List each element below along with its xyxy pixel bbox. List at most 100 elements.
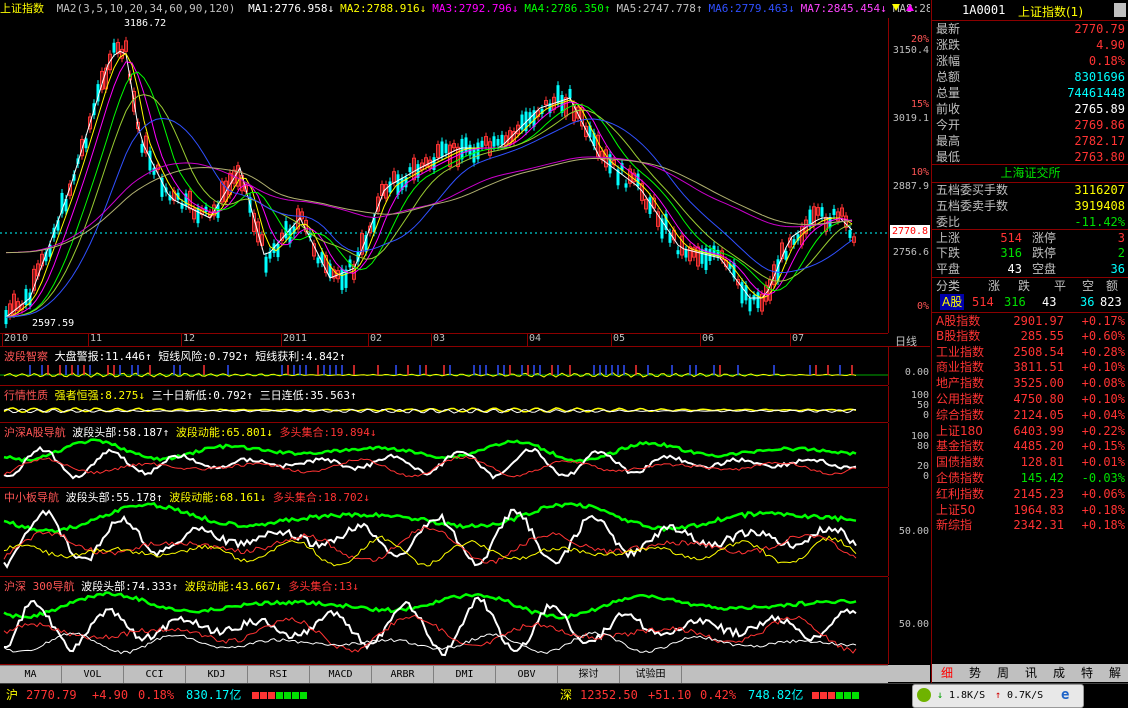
date-tick: 12 xyxy=(183,333,196,344)
candle xyxy=(264,256,268,273)
date-tick: 11 xyxy=(90,333,103,344)
quote-row: 前收 2765.89 xyxy=(932,101,1128,117)
current-price-marker: 2770.8 xyxy=(890,225,930,238)
quote-row: 最新 2770.79 xyxy=(932,21,1128,37)
candle xyxy=(408,167,412,173)
side-tab-2[interactable]: 周 xyxy=(990,665,1016,681)
candle xyxy=(480,140,484,148)
side-tab-3[interactable]: 讯 xyxy=(1018,665,1044,681)
tab-1[interactable]: VOL xyxy=(62,666,124,683)
ma-value-3: MA3:2792.796↓ xyxy=(432,2,519,15)
indicator-pane-3[interactable]: 沪深A股导航 波段头部:58.187↑ 波段动能:65.801↓ 多头集合:19… xyxy=(0,423,888,488)
tab-9[interactable]: 探讨 xyxy=(558,666,620,683)
quote-value: 2769.86 xyxy=(1074,118,1125,132)
index-row[interactable]: B股指数 285.55 +0.60% xyxy=(932,328,1128,344)
index-row[interactable]: 红利指数 2145.23 +0.06% xyxy=(932,486,1128,502)
quote-row: 总额 8301696 xyxy=(932,69,1128,85)
candle xyxy=(388,181,392,193)
index-row[interactable]: 综合指数 2124.05 +0.04% xyxy=(932,407,1128,423)
up-arrow-icon[interactable] xyxy=(905,3,915,13)
tab-7[interactable]: DMI xyxy=(434,666,496,683)
side-tab-0[interactable]: 细 xyxy=(934,665,960,681)
index-row[interactable]: 新综指 2342.31 +0.18% xyxy=(932,517,1128,533)
class-row-a[interactable]: A股 514 316 43 36 823 xyxy=(932,294,1128,310)
index-row[interactable]: 工业指数 2508.54 +0.28% xyxy=(932,344,1128,360)
indicator-pane-4[interactable]: 中小板导航 波段头部:55.178↑ 波段动能:68.161↓ 多头集合:18.… xyxy=(0,488,888,577)
ind5-green xyxy=(3,591,857,620)
status-bar: 沪 2770.79 +4.90 0.18% 830.17亿 深 12352.50… xyxy=(0,683,1128,708)
indicator-5-axis: 50.00 xyxy=(888,577,931,664)
date-tick: 02 xyxy=(370,333,383,344)
index-row[interactable]: 地产指数 3525.00 +0.08% xyxy=(932,375,1128,391)
price-axis-label: 15% xyxy=(910,99,929,110)
tab-4[interactable]: RSI xyxy=(248,666,310,683)
indicator-pane-5[interactable]: 沪深 300导航 波段头部:74.333↑ 波段动能:43.667↓ 多头集合:… xyxy=(0,577,888,665)
index-row[interactable]: 国债指数 128.81 +0.01% xyxy=(932,454,1128,470)
index-row[interactable]: 公用指数 4750.80 +0.10% xyxy=(932,391,1128,407)
quote-value: 2782.17 xyxy=(1074,134,1125,148)
tab-6[interactable]: ARBR xyxy=(372,666,434,683)
side-tab-6[interactable]: 解 xyxy=(1102,665,1128,681)
candle xyxy=(492,136,496,147)
tab-3[interactable]: KDJ xyxy=(186,666,248,683)
candle xyxy=(676,250,680,255)
candle xyxy=(608,154,612,174)
indicator-1-axis: 0.00 xyxy=(888,347,931,385)
quote-value: 2763.80 xyxy=(1074,150,1125,164)
tab-10[interactable]: 试验田 xyxy=(620,666,682,683)
quote-row: 今开 2769.86 xyxy=(932,117,1128,133)
tab-8[interactable]: OBV xyxy=(496,666,558,683)
date-tick: 04 xyxy=(529,333,542,344)
candle xyxy=(140,143,144,153)
indicator-pane-2[interactable]: 行情性质 强者恒强:8.275↓ 三十日新低:0.792↑ 三日连低:35.56… xyxy=(0,386,888,423)
quote-value: 2770.79 xyxy=(1074,22,1125,36)
tab-2[interactable]: CCI xyxy=(124,666,186,683)
candle xyxy=(444,143,448,154)
side-tab-5[interactable]: 特 xyxy=(1074,665,1100,681)
side-tab-1[interactable]: 势 xyxy=(962,665,988,681)
order-row: 五档委买手数 3116207 xyxy=(932,182,1128,198)
candle xyxy=(500,134,504,145)
candle xyxy=(568,88,572,99)
index-row[interactable]: 上证180 6403.99 +0.22% xyxy=(932,423,1128,439)
ma-legend-bar: 上证指数 MA2(3,5,10,20,34,60,90,120) MA1:277… xyxy=(0,0,930,18)
ie-icon[interactable]: e xyxy=(1061,687,1077,703)
ma-value-2: MA2:2788.916↓ xyxy=(340,2,427,15)
kline-pane[interactable]: 3186.72 2597.59 xyxy=(0,18,888,334)
order-row: 五档委卖手数 3919408 xyxy=(932,198,1128,214)
candle xyxy=(112,42,116,53)
price-axis-label: 20% xyxy=(910,34,929,45)
index-row[interactable]: A股指数 2901.97 +0.17% xyxy=(932,312,1128,329)
index-row[interactable]: 基金指数 4485.20 +0.15% xyxy=(932,438,1128,454)
download-arrow-icon: ↓ xyxy=(937,690,944,701)
tab-5[interactable]: MACD xyxy=(310,666,372,683)
low-label: 2597.59 xyxy=(32,318,75,329)
quote-row: 涨跌 4.90 xyxy=(932,37,1128,53)
ma-value-1: MA1:2776.958↓ xyxy=(248,2,335,15)
price-axis-label: 2756.6 xyxy=(892,247,929,258)
down-arrow-icon[interactable] xyxy=(890,2,902,14)
index-row[interactable]: 上证50 1964.83 +0.18% xyxy=(932,502,1128,518)
network-widget[interactable]: ↓ 1.8K/S ↑ 0.7K/S e xyxy=(912,684,1084,708)
sz-label: 深 xyxy=(560,688,573,702)
ma-line-7 xyxy=(5,156,853,254)
scroll-up-icon[interactable] xyxy=(1114,3,1126,17)
kline-chart[interactable] xyxy=(0,18,888,333)
quote-key: 前收 xyxy=(936,102,961,116)
tab-0[interactable]: MA xyxy=(0,666,62,683)
class-header: 分类涨跌平空额 xyxy=(932,277,1128,294)
download-speed: 1.8K/S xyxy=(949,690,986,701)
ma-line-6 xyxy=(5,117,853,318)
index-row[interactable]: 商业指数 3811.51 +0.10% xyxy=(932,359,1128,375)
indicator-pane-1[interactable]: 波段智察 大盘警报:11.446↑ 短线风险:0.792↑ 短线获利:4.842… xyxy=(0,347,888,386)
date-tick: 2011 xyxy=(283,333,308,344)
side-tab-4[interactable]: 成 xyxy=(1046,665,1072,681)
quote-row: 涨幅 0.18% xyxy=(932,53,1128,69)
order-row: 委比 -11.42% xyxy=(932,214,1128,230)
quote-key: 最低 xyxy=(936,150,961,164)
index-row[interactable]: 企债指数 145.42 -0.03% xyxy=(932,470,1128,486)
quote-value: 4.90 xyxy=(1096,38,1125,52)
sh-change: +4.90 xyxy=(92,688,129,702)
candle xyxy=(684,249,688,258)
quote-key: 最新 xyxy=(936,22,961,36)
